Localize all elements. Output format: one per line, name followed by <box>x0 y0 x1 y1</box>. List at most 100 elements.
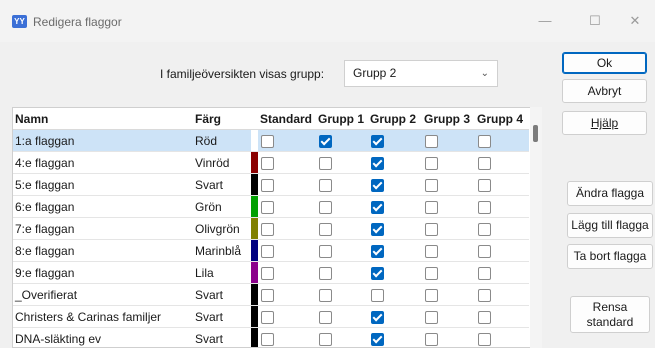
g4-checkbox[interactable] <box>478 266 491 280</box>
g4-checkbox[interactable] <box>478 288 491 302</box>
g3-checkbox[interactable] <box>425 200 438 214</box>
g4-checkbox[interactable] <box>478 178 491 192</box>
edit-flag-button[interactable]: Ändra flagga <box>567 181 653 206</box>
g1-cell <box>316 239 368 262</box>
g1-checkbox[interactable] <box>319 332 332 346</box>
g4-cell <box>475 173 529 196</box>
table-row[interactable]: DNA-släkting ev Svart <box>13 327 529 347</box>
table-row[interactable]: Christers & Carinas familjer Svart <box>13 305 529 328</box>
g3-checkbox[interactable] <box>425 222 438 236</box>
column-header[interactable]: Grupp 1 <box>316 108 368 130</box>
add-flag-button[interactable]: Lägg till flagga <box>567 213 653 238</box>
table-row[interactable]: 9:e flaggan Lila <box>13 261 529 284</box>
column-header[interactable]: Standard <box>258 108 316 130</box>
g1-checkbox[interactable] <box>319 178 332 192</box>
standard-checkbox[interactable] <box>261 288 274 302</box>
g2-checkbox[interactable] <box>371 332 384 346</box>
g3-checkbox[interactable] <box>425 332 438 346</box>
table-row[interactable]: 7:e flaggan Olivgrön <box>13 217 529 240</box>
g4-checkbox[interactable] <box>478 332 491 346</box>
flag-name: 5:e flaggan <box>13 173 193 196</box>
color-swatch <box>251 328 258 347</box>
standard-checkbox[interactable] <box>261 178 274 192</box>
column-header[interactable]: Namn <box>13 108 193 130</box>
g3-cell <box>422 129 475 152</box>
help-button[interactable]: Hjälp <box>562 111 647 135</box>
g2-checkbox[interactable] <box>371 266 384 280</box>
cancel-button[interactable]: Avbryt <box>562 79 647 103</box>
g2-checkbox[interactable] <box>371 222 384 236</box>
g3-cell <box>422 327 475 347</box>
g2-checkbox[interactable] <box>371 156 384 170</box>
g3-checkbox[interactable] <box>425 178 438 192</box>
group-select[interactable]: Grupp 2 ⌄ <box>344 60 498 87</box>
vertical-scrollbar[interactable] <box>530 107 542 348</box>
g4-cell <box>475 151 529 174</box>
standard-checkbox[interactable] <box>261 156 274 170</box>
table-row[interactable]: 1:a flaggan Röd <box>13 129 529 152</box>
standard-checkbox[interactable] <box>261 332 274 346</box>
flag-color-cell: Vinröd <box>193 151 258 174</box>
column-header[interactable]: Färg <box>193 108 258 130</box>
standard-checkbox[interactable] <box>261 310 274 324</box>
g1-checkbox[interactable] <box>319 310 332 324</box>
g2-checkbox[interactable] <box>371 200 384 214</box>
table-row[interactable]: 5:e flaggan Svart <box>13 173 529 196</box>
g1-checkbox[interactable] <box>319 134 332 148</box>
standard-checkbox[interactable] <box>261 244 274 258</box>
standard-checkbox[interactable] <box>261 266 274 280</box>
ok-button[interactable]: Ok <box>562 52 647 74</box>
g4-checkbox[interactable] <box>478 222 491 236</box>
g2-checkbox[interactable] <box>371 178 384 192</box>
color-swatch <box>251 152 258 173</box>
g4-checkbox[interactable] <box>478 134 491 148</box>
standard-cell <box>258 261 316 284</box>
scrollbar-thumb[interactable] <box>533 125 538 142</box>
standard-checkbox[interactable] <box>261 134 274 148</box>
close-icon[interactable]: ✕ <box>620 10 650 32</box>
g2-checkbox[interactable] <box>371 310 384 324</box>
minimize-icon[interactable]: — <box>530 10 560 32</box>
g2-checkbox[interactable] <box>371 244 384 258</box>
clear-standard-button[interactable]: Rensa standard <box>570 296 650 333</box>
g3-checkbox[interactable] <box>425 244 438 258</box>
g3-checkbox[interactable] <box>425 266 438 280</box>
g1-checkbox[interactable] <box>319 244 332 258</box>
standard-checkbox[interactable] <box>261 200 274 214</box>
g2-cell <box>368 129 422 152</box>
g2-checkbox[interactable] <box>371 134 384 148</box>
table-row[interactable]: 8:e flaggan Marinblå <box>13 239 529 262</box>
flag-color-label: Svart <box>195 309 224 324</box>
column-header[interactable]: Grupp 4 <box>475 108 529 130</box>
g1-checkbox[interactable] <box>319 156 332 170</box>
column-header[interactable]: Grupp 2 <box>368 108 422 130</box>
g1-checkbox[interactable] <box>319 266 332 280</box>
table-row[interactable]: _Overifierat Svart <box>13 283 529 306</box>
flag-color-label: Svart <box>195 287 224 302</box>
table-row[interactable]: 6:e flaggan Grön <box>13 195 529 218</box>
g2-checkbox[interactable] <box>371 288 384 302</box>
flag-color-cell: Svart <box>193 305 258 328</box>
g1-checkbox[interactable] <box>319 222 332 236</box>
g4-checkbox[interactable] <box>478 156 491 170</box>
g4-checkbox[interactable] <box>478 244 491 258</box>
g1-checkbox[interactable] <box>319 288 332 302</box>
g3-checkbox[interactable] <box>425 156 438 170</box>
g4-checkbox[interactable] <box>478 310 491 324</box>
g1-cell <box>316 327 368 347</box>
g2-cell <box>368 283 422 306</box>
g3-checkbox[interactable] <box>425 310 438 324</box>
g3-checkbox[interactable] <box>425 134 438 148</box>
remove-flag-button[interactable]: Ta bort flagga <box>567 244 653 269</box>
g3-checkbox[interactable] <box>425 288 438 302</box>
column-header[interactable]: Grupp 3 <box>422 108 475 130</box>
standard-checkbox[interactable] <box>261 222 274 236</box>
table-row[interactable]: 4:e flaggan Vinröd <box>13 151 529 174</box>
flag-color-cell: Röd <box>193 129 258 152</box>
maximize-icon[interactable]: ☐ <box>580 10 610 32</box>
flag-color-label: Lila <box>195 265 214 280</box>
g1-checkbox[interactable] <box>319 200 332 214</box>
g4-cell <box>475 195 529 218</box>
g4-checkbox[interactable] <box>478 200 491 214</box>
window-title: Redigera flaggor <box>33 15 122 29</box>
